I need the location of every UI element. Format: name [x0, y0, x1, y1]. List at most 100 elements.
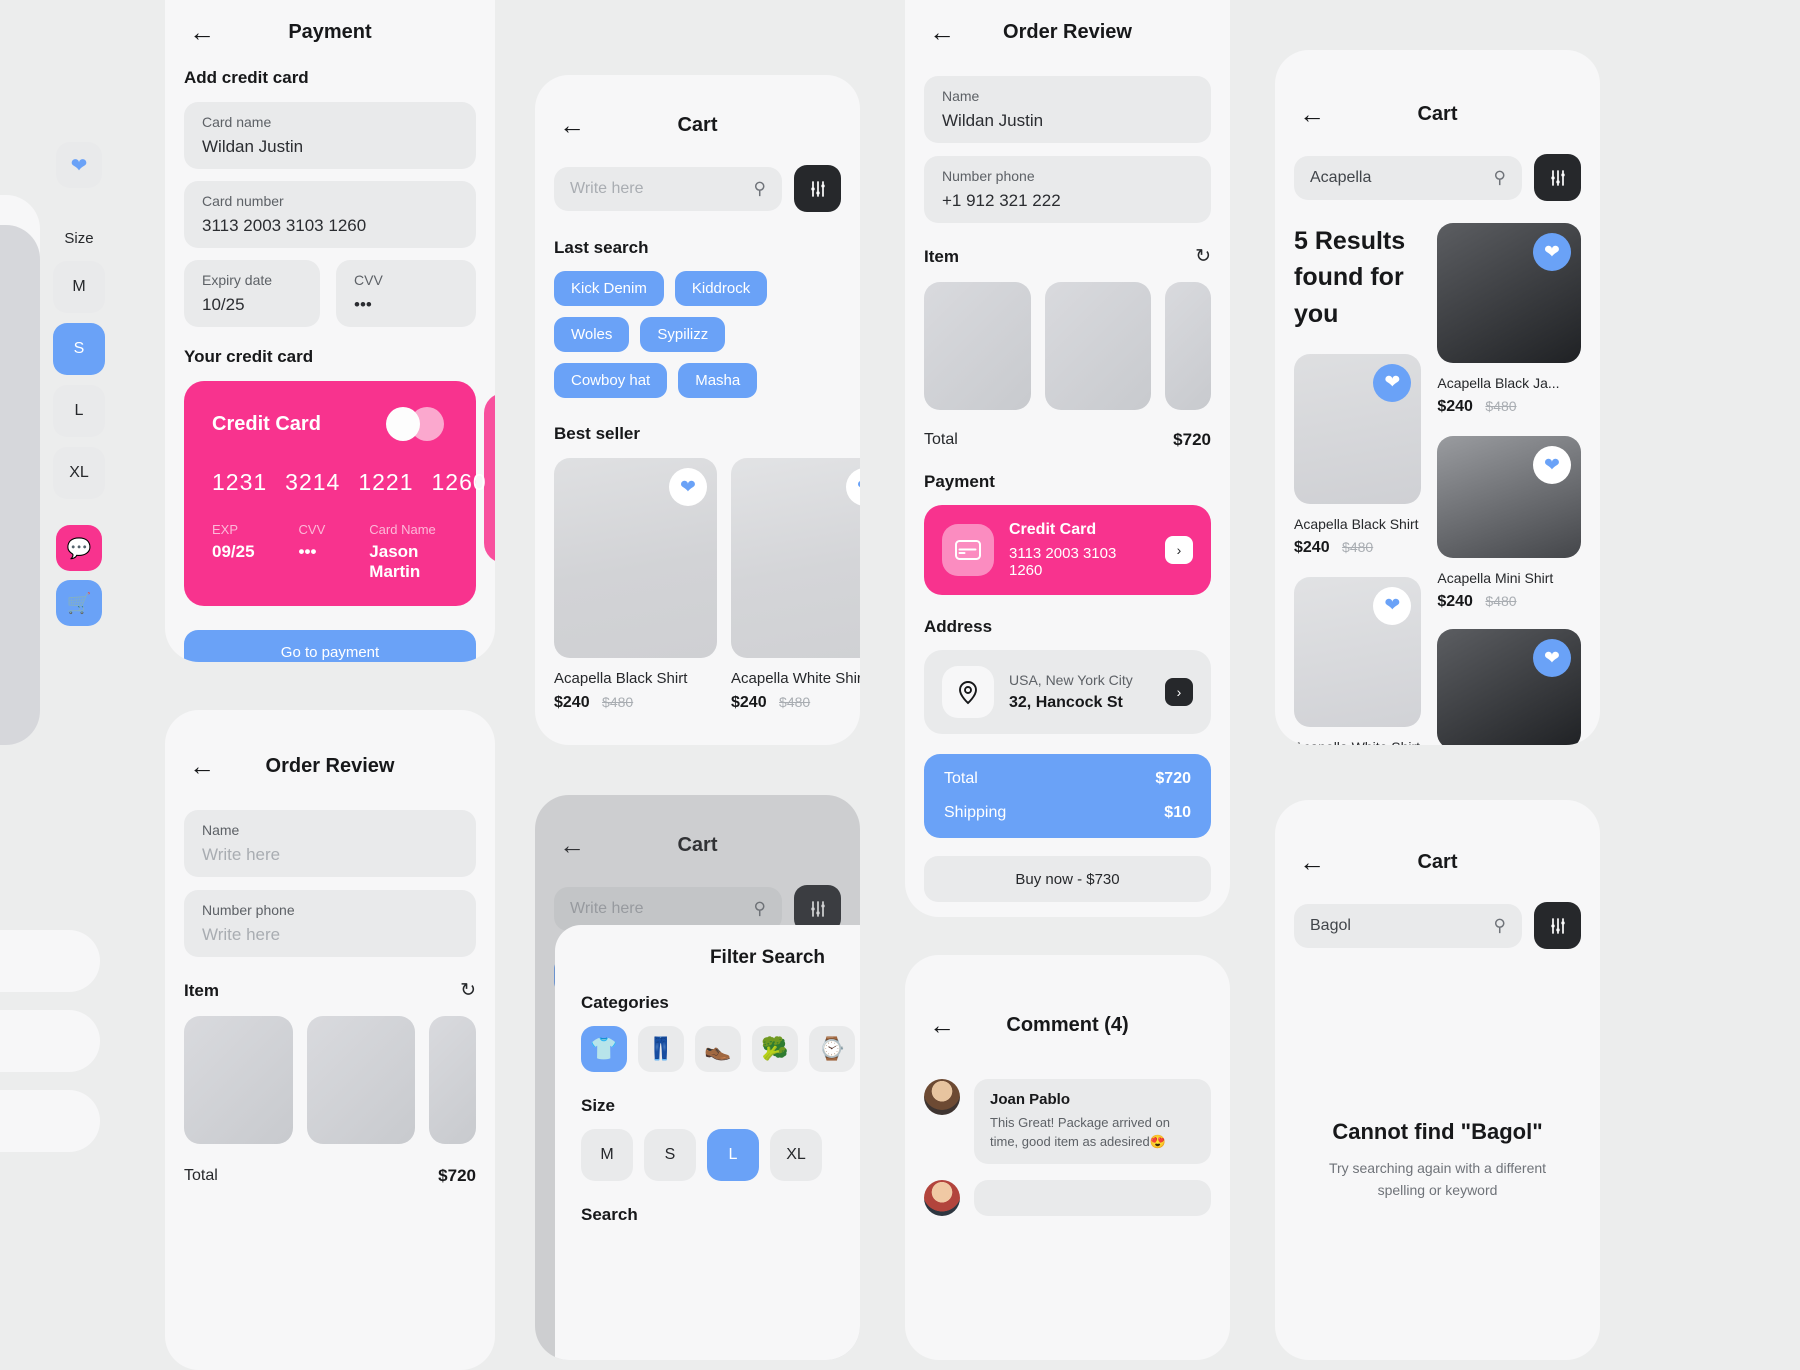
back-arrow-icon[interactable]: ←: [929, 1012, 959, 1038]
back-arrow-icon[interactable]: ←: [1299, 101, 1329, 127]
item-thumb[interactable]: [429, 1016, 476, 1144]
size-label: Size: [581, 1096, 616, 1115]
back-arrow-icon[interactable]: ←: [189, 753, 219, 779]
refresh-icon[interactable]: ↻: [1195, 245, 1211, 268]
search-input[interactable]: Bagol ⚲: [1294, 903, 1522, 948]
back-arrow-icon[interactable]: ←: [559, 112, 589, 138]
back-arrow-icon[interactable]: ←: [189, 19, 219, 45]
product-name: Acapella White Shirt: [731, 670, 860, 687]
category-jeans-icon[interactable]: 👖: [638, 1026, 684, 1072]
search-tag[interactable]: Sypilizz: [640, 317, 726, 352]
name-field[interactable]: Name Write here: [184, 810, 476, 877]
favorite-icon[interactable]: ❤: [1533, 446, 1571, 484]
modal-title: Filter Search: [709, 947, 826, 968]
order-review-empty-screen: ← Order Review Name Write here Number ph…: [165, 710, 495, 1370]
buy-now-button[interactable]: Buy now - $730: [924, 856, 1211, 902]
favorite-button[interactable]: ❤: [56, 142, 102, 188]
product-card[interactable]: ❤ Acapella Mini Shirt $240 $480: [1437, 436, 1581, 611]
filter-size-xl[interactable]: XL: [770, 1129, 822, 1181]
expiry-field[interactable]: Expiry date 10/25: [184, 260, 320, 327]
refresh-icon[interactable]: ↻: [460, 979, 476, 1002]
back-arrow-icon[interactable]: ←: [929, 19, 959, 45]
favorite-icon[interactable]: ❤: [1533, 233, 1571, 271]
filter-button[interactable]: [794, 165, 841, 212]
price-current: $240: [1437, 398, 1473, 415]
address-card[interactable]: USA, New York City 32, Hancock St ›: [924, 650, 1211, 734]
search-tag[interactable]: Kiddrock: [674, 271, 768, 306]
search-icon[interactable]: ⚲: [1494, 916, 1506, 936]
product-image: ❤: [1294, 576, 1422, 727]
product-card[interactable]: ❤ Acapella Black Shirt $240 $480: [1294, 353, 1422, 557]
search-bar: Acapella ⚲: [1294, 154, 1581, 201]
filter-size-m[interactable]: M: [581, 1129, 633, 1181]
product-image[interactable]: ❤: [1437, 629, 1581, 745]
not-found-sub-line-2: spelling or keyword: [1377, 1182, 1498, 1199]
item-thumb[interactable]: [306, 1016, 416, 1144]
cvv-field[interactable]: CVV •••: [336, 260, 476, 327]
card-name-label: Card name: [202, 114, 272, 130]
favorite-icon[interactable]: ❤: [1373, 586, 1412, 625]
item-thumb[interactable]: [1165, 282, 1211, 410]
product-card[interactable]: ❤ Acapella White Shirt $240 $480: [1294, 576, 1422, 745]
go-to-payment-button[interactable]: Go to payment: [184, 630, 476, 662]
favorite-icon[interactable]: ❤: [669, 468, 707, 506]
cart-button[interactable]: 🛒: [56, 580, 102, 626]
category-watch-icon[interactable]: ⌚: [809, 1026, 855, 1072]
search-input[interactable]: Acapella ⚲: [1294, 155, 1522, 200]
favorite-icon[interactable]: ❤: [1533, 639, 1571, 677]
results-heading: 5 Results found for you: [1294, 223, 1421, 332]
phone-label: Number phone: [202, 902, 295, 918]
phone-field[interactable]: Number phone Write here: [184, 890, 476, 957]
chevron-right-icon[interactable]: ›: [1165, 678, 1193, 706]
product-card[interactable]: ❤ Acapella White Shirt $240 $480: [731, 458, 860, 712]
search-input[interactable]: Write here ⚲: [554, 166, 782, 211]
comment-bubble: [974, 1179, 1211, 1216]
favorite-icon[interactable]: ❤: [1373, 363, 1412, 402]
search-tag[interactable]: Kick Denim: [554, 271, 664, 306]
name-field[interactable]: Name Wildan Justin: [924, 76, 1211, 143]
card-digit-group-2: 3214: [285, 469, 341, 495]
size-chip-xl[interactable]: XL: [53, 447, 105, 499]
category-shirt-icon[interactable]: 👕: [581, 1026, 627, 1072]
search-tag[interactable]: Woles: [554, 317, 630, 352]
product-price: $240 $480: [1294, 539, 1421, 557]
back-arrow-icon[interactable]: ←: [1299, 849, 1329, 875]
category-food-icon[interactable]: 🥦: [752, 1026, 798, 1072]
filter-size-s[interactable]: S: [644, 1129, 696, 1181]
payment-method-card[interactable]: Credit Card 3113 2003 3103 1260 ›: [924, 505, 1211, 595]
item-thumb[interactable]: [924, 282, 1031, 410]
filter-size-l[interactable]: L: [707, 1129, 759, 1181]
filter-button[interactable]: [1534, 154, 1581, 201]
product-image: ❤: [554, 458, 717, 658]
phone-label: Number phone: [942, 168, 1035, 184]
chevron-right-icon[interactable]: ›: [1165, 536, 1193, 564]
results-sub-line: found for you: [1294, 263, 1404, 328]
location-pin-icon: [942, 666, 994, 718]
item-label: Item: [924, 246, 959, 266]
filter-button[interactable]: [1534, 902, 1581, 949]
card-number-field[interactable]: Card number 3113 2003 3103 1260: [184, 181, 476, 248]
search-icon[interactable]: ⚲: [754, 179, 766, 199]
last-search-label: Last search: [554, 238, 649, 257]
product-card[interactable]: ❤ Acapella Black Ja... $240 $480: [1437, 223, 1581, 416]
chat-button[interactable]: 💬: [56, 525, 102, 571]
card-name-field[interactable]: Card name Wildan Justin: [184, 102, 476, 169]
favorite-icon[interactable]: ❤: [846, 468, 860, 506]
avatar: [924, 1179, 960, 1216]
phone-field[interactable]: Number phone +1 912 321 222: [924, 156, 1211, 223]
product-price: $240 $480: [554, 694, 717, 712]
size-chip-s[interactable]: S: [53, 323, 105, 375]
item-thumb[interactable]: [1044, 282, 1152, 410]
item-thumb[interactable]: [184, 1016, 293, 1144]
card-exp-block: EXP 09/25: [212, 522, 255, 582]
search-icon[interactable]: ⚲: [1494, 168, 1506, 188]
size-chip-l[interactable]: L: [53, 385, 105, 437]
credit-card[interactable]: Credit Card 1231 3214 1221 1260 EXP 09/2…: [184, 381, 486, 606]
search-tag[interactable]: Cowboy hat: [554, 363, 668, 398]
size-chip-m[interactable]: M: [53, 261, 105, 313]
best-seller-label: Best seller: [554, 424, 640, 443]
summary-value: $10: [1164, 804, 1191, 821]
category-shoe-icon[interactable]: 👞: [695, 1026, 741, 1072]
product-card[interactable]: ❤ Acapella Black Shirt $240 $480: [554, 458, 717, 712]
search-tag[interactable]: Masha: [678, 363, 758, 398]
